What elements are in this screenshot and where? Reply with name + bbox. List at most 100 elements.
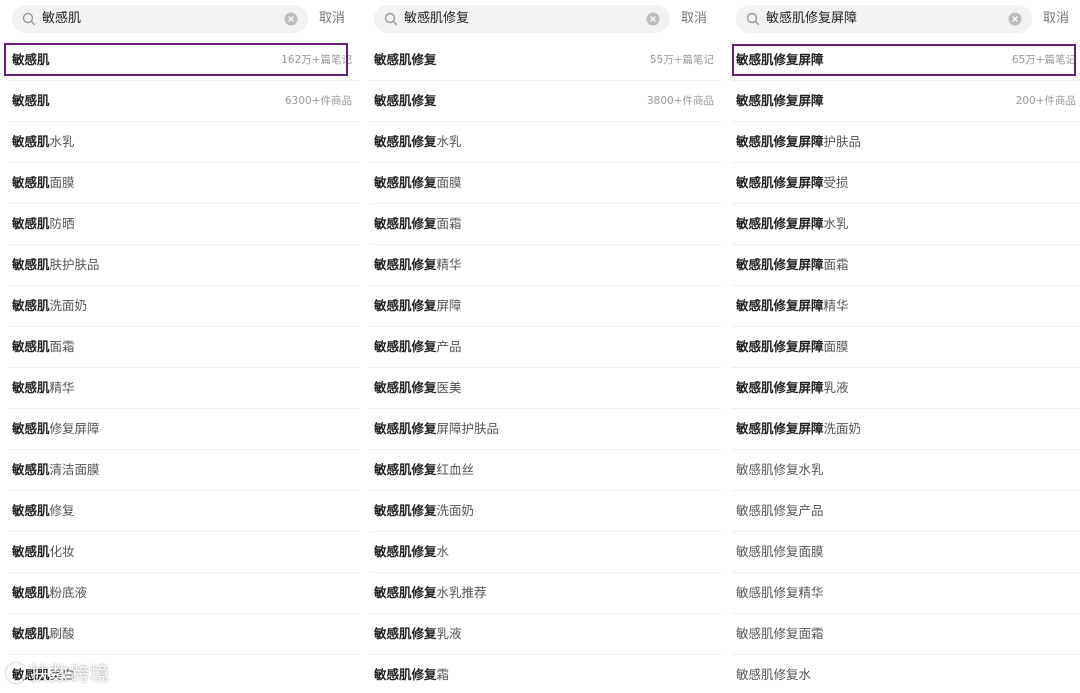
suggestion-row[interactable]: 敏感肌修复屏障 bbox=[8, 409, 360, 450]
suggestion-row[interactable]: 敏感肌精华 bbox=[8, 368, 360, 409]
suggestion-row[interactable]: 敏感肌修复屏障洗面奶 bbox=[732, 409, 1080, 450]
suggestion-keyword: 敏感肌修复 bbox=[374, 93, 437, 108]
suggestion-row[interactable]: 敏感肌修复屏障受损 bbox=[732, 163, 1080, 204]
suggestion-row[interactable]: 敏感肌修复产品 bbox=[732, 491, 1080, 532]
suggestion-row[interactable]: 敏感肌面膜 bbox=[8, 163, 360, 204]
suggestion-row[interactable]: 敏感肌修复医美 bbox=[370, 368, 722, 409]
search-input[interactable]: 敏感肌修复屏障 bbox=[736, 5, 1032, 33]
cancel-button[interactable]: 取消 bbox=[319, 5, 345, 33]
suggestion-keyword: 敏感肌 bbox=[12, 421, 50, 436]
suggestion-list: 敏感肌 162万+篇笔记 敏感肌 6300+件商品 敏感肌水乳 敏感肌面膜 敏感肌防晒 敏感肌… bbox=[8, 40, 360, 693]
suggestion-row[interactable]: 敏感肌修复乳液 bbox=[370, 614, 722, 655]
suggestion-row[interactable]: 敏感肌修复红血丝 bbox=[370, 450, 722, 491]
suggestion-row[interactable]: 敏感肌修复精华 bbox=[370, 245, 722, 286]
suggestion-row-stat[interactable]: 敏感肌 6300+件商品 bbox=[8, 81, 360, 122]
suggestion-keyword: 敏感肌修复 bbox=[374, 52, 437, 67]
cancel-button[interactable]: 取消 bbox=[1043, 5, 1069, 33]
suggestion-keyword: 敏感肌修复屏障 bbox=[736, 175, 824, 190]
search-panel-1: 敏感肌 取消 敏感肌 162万+篇笔记 敏感肌 6300+件商品 敏感肌水乳 敏感肌面膜敏… bbox=[8, 0, 360, 693]
suggestion-row[interactable]: 敏感肌修复屏障护肤品 bbox=[370, 409, 722, 450]
suggestion-row[interactable]: 敏感肌修复面膜 bbox=[732, 532, 1080, 573]
suggestion-row[interactable]: 敏感肌清洁面膜 bbox=[8, 450, 360, 491]
search-query: 敏感肌 bbox=[42, 11, 82, 26]
suggestion-row[interactable]: 敏感肌洗面奶 bbox=[8, 286, 360, 327]
suggestion-row[interactable]: 敏感肌修复产品 bbox=[370, 327, 722, 368]
suggestion-row[interactable]: 敏感肌修复精华 bbox=[732, 573, 1080, 614]
suggestion-suffix: 肤护肤品 bbox=[49, 257, 100, 272]
suggestion-keyword: 敏感肌 bbox=[12, 462, 50, 477]
suggestion-keyword: 敏感肌修复 bbox=[374, 257, 437, 272]
suggestion-row[interactable]: 敏感肌修复洗面奶 bbox=[370, 491, 722, 532]
suggestion-suffix: 洗面奶 bbox=[436, 503, 475, 518]
suggestion-row-stat[interactable]: 敏感肌 162万+篇笔记 bbox=[8, 40, 360, 81]
suggestion-row[interactable]: 敏感肌修复水乳 bbox=[732, 450, 1080, 491]
suggestion-keyword: 敏感肌修复 bbox=[374, 339, 437, 354]
suggestion-suffix: 霜 bbox=[436, 667, 450, 682]
suggestion-keyword: 敏感肌修复屏障 bbox=[736, 216, 824, 231]
suggestion-keyword: 敏感肌 bbox=[12, 380, 50, 395]
suggestion-row[interactable]: 敏感肌水乳 bbox=[8, 122, 360, 163]
suggestion-keyword: 敏感肌修复 bbox=[374, 544, 437, 559]
suggestion-row[interactable]: 敏感肌肤护肤品 bbox=[8, 245, 360, 286]
suggestion-keyword: 敏感肌修复 bbox=[374, 421, 437, 436]
suggestion-keyword: 敏感肌修复屏障 bbox=[736, 257, 824, 272]
suggestion-keyword: 敏感肌 bbox=[12, 134, 50, 149]
suggestion-row[interactable]: 敏感肌修复屏障乳液 bbox=[732, 368, 1080, 409]
suggestion-row[interactable]: 敏感肌防晒 bbox=[8, 204, 360, 245]
suggestion-row[interactable]: 敏感肌修复面膜 bbox=[370, 163, 722, 204]
suggestion-row[interactable]: 敏感肌修复水 bbox=[370, 532, 722, 573]
suggestion-suffix: 面膜 bbox=[49, 175, 75, 190]
search-bar: 敏感肌 取消 bbox=[12, 5, 360, 33]
suggestion-keyword: 敏感肌 bbox=[12, 544, 50, 559]
suggestion-suffix: 修复 bbox=[49, 503, 75, 518]
clear-circle-icon[interactable] bbox=[646, 12, 660, 26]
search-query: 敏感肌修复 bbox=[404, 11, 470, 26]
suggestion-keyword: 敏感肌 bbox=[12, 503, 50, 518]
suggestion-row[interactable]: 敏感肌修复面霜 bbox=[370, 204, 722, 245]
suggestion-row[interactable]: 敏感肌修复 bbox=[8, 491, 360, 532]
suggestion-keyword: 敏感肌修复屏障 bbox=[736, 421, 824, 436]
cancel-button[interactable]: 取消 bbox=[681, 5, 707, 33]
suggestion-row[interactable]: 敏感肌修复水乳推荐 bbox=[370, 573, 722, 614]
suggestion-row[interactable]: 敏感肌修复屏障面霜 bbox=[732, 245, 1080, 286]
suggestion-row[interactable]: 敏感肌粉底液 bbox=[8, 573, 360, 614]
suggestion-suffix: 洗面奶 bbox=[49, 298, 88, 313]
suggestion-row[interactable]: 敏感肌修复屏障水乳 bbox=[732, 204, 1080, 245]
suggestion-row[interactable]: 敏感肌修复屏障面膜 bbox=[732, 327, 1080, 368]
suggestion-keyword: 敏感肌修复 bbox=[374, 216, 437, 231]
suggestion-keyword: 敏感肌 bbox=[12, 626, 50, 641]
search-panel-3: 敏感肌修复屏障 取消 敏感肌修复屏障 65万+篇笔记 敏感肌修复屏障 200+件商品敏… bbox=[732, 0, 1080, 693]
suggestion-row[interactable]: 敏感肌修复面霜 bbox=[732, 614, 1080, 655]
suggestion-count: 65万+篇笔记 bbox=[1011, 54, 1076, 66]
suggestion-row[interactable]: 敏感肌修复水乳 bbox=[370, 122, 722, 163]
suggestion-suffix: 敏感肌修复精华 bbox=[736, 585, 824, 600]
suggestion-keyword: 敏感肌 bbox=[12, 585, 50, 600]
suggestion-row[interactable]: 敏感肌面霜 bbox=[8, 327, 360, 368]
clear-circle-icon[interactable] bbox=[284, 12, 298, 26]
suggestion-suffix: 面膜 bbox=[823, 339, 849, 354]
suggestion-keyword: 敏感肌 bbox=[12, 93, 50, 108]
suggestion-row-stat[interactable]: 敏感肌修复屏障 65万+篇笔记 bbox=[732, 40, 1080, 81]
clear-circle-icon[interactable] bbox=[1008, 12, 1022, 26]
suggestion-suffix: 清洁面膜 bbox=[49, 462, 100, 477]
suggestion-keyword: 敏感肌修复 bbox=[374, 503, 437, 518]
suggestion-suffix: 水 bbox=[436, 544, 450, 559]
suggestion-row[interactable]: 敏感肌修复霜 bbox=[370, 655, 722, 693]
suggestion-list: 敏感肌修复 55万+篇笔记 敏感肌修复 3800+件商品 敏感肌修复水乳 敏感肌修复面膜敏… bbox=[370, 40, 722, 693]
suggestion-row-stat[interactable]: 敏感肌修复屏障 200+件商品 bbox=[732, 81, 1080, 122]
suggestion-row[interactable]: 敏感肌修复水 bbox=[732, 655, 1080, 693]
suggestion-row[interactable]: 敏感肌刷酸 bbox=[8, 614, 360, 655]
suggestion-row[interactable]: 敏感肌化妆 bbox=[8, 532, 360, 573]
suggestion-keyword: 敏感肌修复 bbox=[374, 380, 437, 395]
suggestion-suffix: 受损 bbox=[823, 175, 849, 190]
suggestion-row-stat[interactable]: 敏感肌修复 55万+篇笔记 bbox=[370, 40, 722, 81]
suggestion-row[interactable]: 敏感肌修复屏障 bbox=[370, 286, 722, 327]
suggestion-suffix: 水乳 bbox=[823, 216, 849, 231]
watermark-text: 扶数跨境 bbox=[30, 663, 111, 685]
search-input[interactable]: 敏感肌修复 bbox=[374, 5, 670, 33]
suggestion-suffix: 医美 bbox=[436, 380, 462, 395]
suggestion-row[interactable]: 敏感肌修复屏障护肤品 bbox=[732, 122, 1080, 163]
search-input[interactable]: 敏感肌 bbox=[12, 5, 308, 33]
suggestion-row[interactable]: 敏感肌修复屏障精华 bbox=[732, 286, 1080, 327]
suggestion-row-stat[interactable]: 敏感肌修复 3800+件商品 bbox=[370, 81, 722, 122]
